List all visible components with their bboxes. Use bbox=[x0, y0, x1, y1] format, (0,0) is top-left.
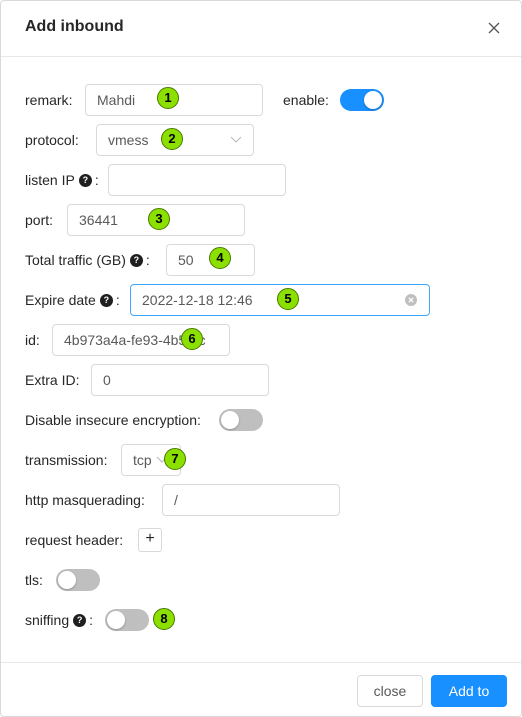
id-label: id bbox=[25, 332, 36, 348]
extra-id-label: Extra ID bbox=[25, 372, 76, 388]
question-circle-icon: ? bbox=[129, 253, 143, 267]
http-masquerading-colon: : bbox=[140, 492, 145, 508]
tls-row: tls: bbox=[25, 564, 43, 596]
dialog-header: Add inbound bbox=[1, 1, 521, 57]
remark-colon: : bbox=[68, 92, 73, 108]
total-traffic-row: Total traffic (GB) ? : bbox=[25, 244, 150, 276]
remark-row: remark: bbox=[25, 84, 72, 116]
enable-label: enable bbox=[283, 92, 326, 108]
annotation-badge-8: 8 bbox=[153, 608, 175, 630]
port-colon: : bbox=[49, 212, 54, 228]
request-header-colon: : bbox=[119, 532, 124, 548]
enable-switch[interactable] bbox=[340, 89, 384, 111]
add-inbound-dialog: Add inbound remark: Mahdi 1 enable: prot… bbox=[0, 0, 522, 717]
protocol-row: protocol: bbox=[25, 124, 79, 156]
listen-ip-colon: : bbox=[94, 172, 99, 188]
add-request-header-button[interactable]: + bbox=[138, 528, 162, 552]
question-circle-icon: ? bbox=[99, 293, 113, 307]
switch-knob bbox=[221, 411, 239, 429]
request-header-row: request header: bbox=[25, 524, 123, 556]
annotation-badge-3: 3 bbox=[148, 208, 170, 230]
disable-insecure-colon: : bbox=[196, 412, 201, 428]
extra-id-input[interactable]: 0 bbox=[91, 364, 269, 396]
sniffing-label: sniffing bbox=[25, 612, 70, 628]
protocol-colon: : bbox=[74, 132, 79, 148]
expire-date-colon: : bbox=[115, 292, 120, 308]
tls-colon: : bbox=[39, 572, 43, 588]
request-header-label: request header bbox=[25, 532, 120, 548]
extra-id-colon: : bbox=[75, 372, 80, 388]
protocol-selected-value: vmess bbox=[108, 132, 149, 148]
annotation-badge-6: 6 bbox=[181, 328, 203, 350]
id-row: id: bbox=[25, 324, 40, 356]
annotation-badge-1: 1 bbox=[157, 87, 179, 109]
close-icon[interactable] bbox=[483, 17, 505, 39]
total-traffic-colon: : bbox=[145, 252, 150, 268]
enable-row: enable: bbox=[283, 84, 329, 116]
switch-knob bbox=[364, 91, 382, 109]
enable-colon: : bbox=[325, 92, 329, 108]
total-traffic-label: Total traffic (GB) bbox=[25, 252, 126, 268]
footer-divider bbox=[1, 662, 521, 663]
remark-label: remark bbox=[25, 92, 69, 108]
port-row: port: bbox=[25, 204, 53, 236]
disable-insecure-switch[interactable] bbox=[219, 409, 263, 431]
listen-ip-input[interactable] bbox=[108, 164, 286, 196]
protocol-label: protocol bbox=[25, 132, 75, 148]
transmission-selected-value: tcp bbox=[133, 452, 152, 468]
sniffing-switch[interactable] bbox=[105, 609, 149, 631]
annotation-badge-4: 4 bbox=[209, 247, 231, 269]
tls-label: tls bbox=[25, 572, 39, 588]
add-button[interactable]: Add to bbox=[431, 675, 507, 707]
switch-knob bbox=[58, 571, 76, 589]
http-masquerading-row: http masquerading: bbox=[25, 484, 145, 516]
question-circle-icon: ? bbox=[73, 613, 87, 627]
question-circle-icon: ? bbox=[78, 173, 92, 187]
close-button[interactable]: close bbox=[357, 675, 423, 707]
annotation-badge-5: 5 bbox=[277, 288, 299, 310]
expire-date-row: Expire date ? : bbox=[25, 284, 120, 316]
listen-ip-row: listen IP ? : bbox=[25, 164, 99, 196]
chevron-down-icon bbox=[230, 136, 242, 143]
http-masquerading-label: http masquerading bbox=[25, 492, 141, 508]
extra-id-row: Extra ID: bbox=[25, 364, 79, 396]
dialog-title: Add inbound bbox=[25, 18, 124, 35]
disable-insecure-row: Disable insecure encryption: bbox=[25, 404, 201, 436]
expire-date-label: Expire date bbox=[25, 292, 96, 308]
annotation-badge-2: 2 bbox=[161, 128, 183, 150]
listen-ip-label: listen IP bbox=[25, 172, 75, 188]
port-label: port bbox=[25, 212, 50, 228]
id-input[interactable]: 4b973a4a-fe93-4b57-c bbox=[52, 324, 230, 356]
disable-insecure-label: Disable insecure encryption bbox=[25, 412, 197, 428]
tls-switch[interactable] bbox=[56, 569, 100, 591]
sniffing-row: sniffing ? : bbox=[25, 604, 93, 636]
clear-circle-icon[interactable] bbox=[404, 293, 418, 307]
transmission-row: transmission: bbox=[25, 444, 107, 476]
sniffing-colon: : bbox=[89, 612, 93, 628]
http-masquerading-input[interactable]: / bbox=[162, 484, 340, 516]
id-colon: : bbox=[35, 332, 40, 348]
transmission-colon: : bbox=[103, 452, 108, 468]
transmission-label: transmission bbox=[25, 452, 104, 468]
switch-knob bbox=[107, 611, 125, 629]
annotation-badge-7: 7 bbox=[164, 448, 186, 470]
